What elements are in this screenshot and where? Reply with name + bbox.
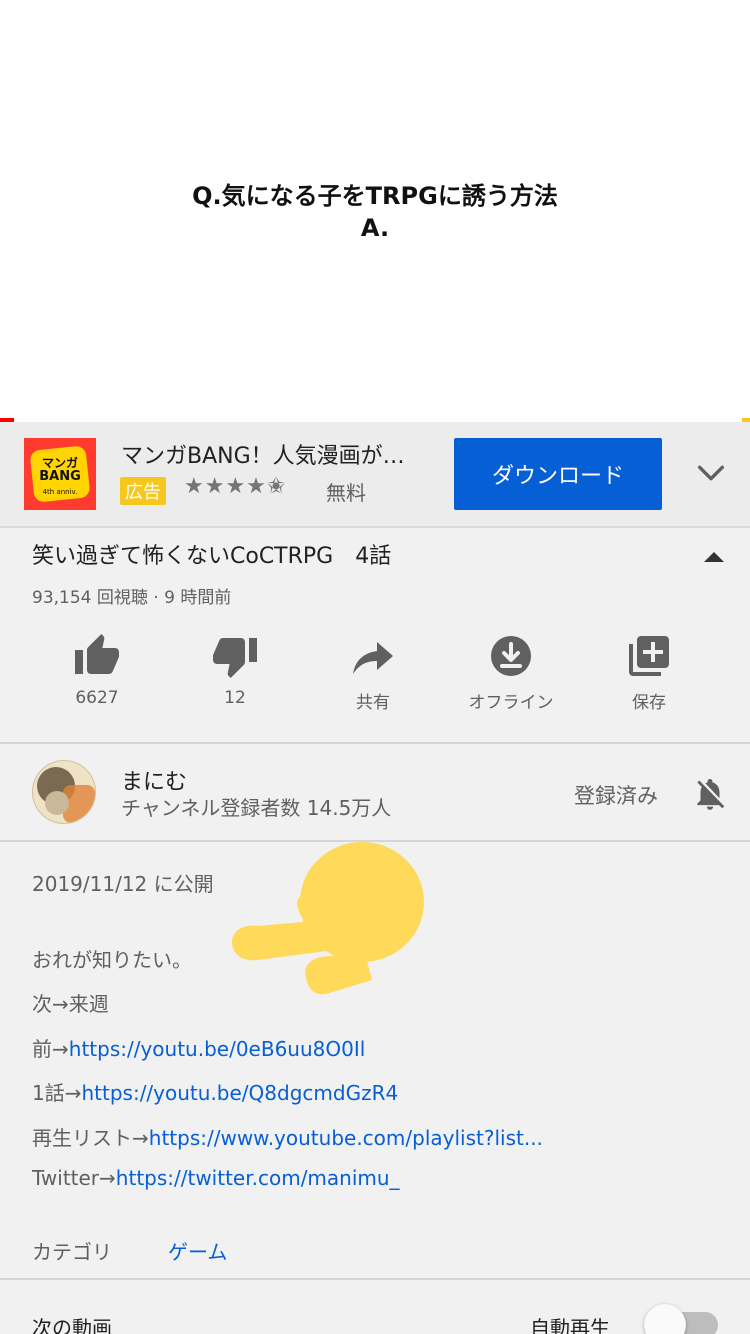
channel-subscriber-count: チャンネル登録者数 14.5万人 [121, 796, 392, 820]
line-prefix: 前→ [32, 1037, 69, 1061]
line-prefix: 1話→ [32, 1081, 82, 1105]
up-next-label: 次の動画 [32, 1316, 112, 1334]
description-line: 再生リスト→https://www.youtube.com/playlist?l… [32, 1122, 543, 1151]
pointing-hand-icon [232, 842, 424, 995]
autoplay-toggle-knob[interactable] [644, 1304, 686, 1334]
share-button[interactable]: 共有 [304, 632, 442, 713]
share-icon [353, 642, 393, 674]
line-prefix: 再生リスト→ [32, 1126, 149, 1150]
video-info: 笑い過ぎて怖くないCoCTRPG 4話 93,154 回視聴 · 9 時間前 6… [0, 528, 750, 744]
video-title[interactable]: 笑い過ぎて怖くないCoCTRPG 4話 [32, 538, 391, 570]
ad-price: 無料 [326, 481, 366, 505]
video-caption-line1: Q.気になる子をTRPGに誘う方法 [192, 182, 558, 210]
video-caption: Q.気になる子をTRPGに誘う方法 A. [0, 180, 750, 244]
action-bar: 6627 12 共有 オフライン 保存 [28, 632, 718, 722]
like-count: 6627 [75, 688, 119, 708]
download-icon [491, 636, 531, 676]
ad-download-button[interactable]: ダウンロード [454, 438, 662, 510]
avatar[interactable] [32, 760, 96, 824]
video-caption-line2: A. [360, 214, 390, 242]
offline-label: オフライン [468, 693, 554, 713]
subscribed-button[interactable]: 登録済み [574, 780, 658, 810]
channel-row[interactable]: まにむ チャンネル登録者数 14.5万人 登録済み [0, 744, 750, 842]
publish-date: 2019/11/12 に公開 [32, 872, 214, 896]
ad-banner[interactable]: マンガ BANG 4th anniv. マンガBANG！人気漫画が… 広告 ★★… [0, 422, 750, 528]
up-next-row: 次の動画 自動再生 [0, 1282, 750, 1334]
description-line: 前→https://youtu.be/0eB6uu8O0Il [32, 1033, 365, 1062]
dislike-count: 12 [224, 688, 246, 708]
logo-text-sub: 4th anniv. [42, 488, 78, 496]
category-label: カテゴリ [32, 1240, 112, 1264]
thumbs-up-icon [75, 634, 119, 674]
episode-1-link[interactable]: https://youtu.be/Q8dgcmdGzR4 [81, 1081, 398, 1105]
autoplay-label: 自動再生 [530, 1316, 610, 1334]
category-link[interactable]: ゲーム [168, 1236, 227, 1265]
ad-rating-stars: ★★★★✬ [184, 474, 287, 499]
line-prefix: Twitter→ [32, 1166, 116, 1190]
playlist-link[interactable]: https://www.youtube.com/playlist?list... [149, 1126, 543, 1150]
share-label: 共有 [356, 693, 390, 713]
collapse-arrow-icon[interactable] [704, 552, 724, 562]
notifications-off-icon[interactable] [691, 774, 729, 814]
description-line: 次→来週 [32, 992, 109, 1016]
offline-button[interactable]: オフライン [442, 632, 580, 713]
thumbs-down-icon [213, 638, 257, 678]
playlist-add-icon [629, 636, 669, 676]
chevron-down-icon[interactable] [694, 456, 728, 490]
ad-title[interactable]: マンガBANG！人気漫画が… [121, 438, 431, 470]
previous-episode-link[interactable]: https://youtu.be/0eB6uu8O0Il [69, 1037, 366, 1061]
description-line: 1話→https://youtu.be/Q8dgcmdGzR4 [32, 1077, 398, 1106]
save-label: 保存 [632, 693, 666, 713]
description-line: おれが知りたい。 [32, 948, 192, 972]
ad-badge: 広告 [120, 477, 166, 505]
dislike-button[interactable]: 12 [166, 632, 304, 708]
description-line: Twitter→https://twitter.com/manimu_ [32, 1166, 400, 1190]
avatar-shape-3 [45, 791, 69, 815]
like-button[interactable]: 6627 [28, 632, 166, 708]
logo-text-main: BANG [39, 469, 81, 484]
video-meta: 93,154 回視聴 · 9 時間前 [32, 588, 232, 608]
video-player[interactable]: Q.気になる子をTRPGに誘う方法 A. [0, 0, 750, 422]
save-button[interactable]: 保存 [580, 632, 718, 713]
ad-app-logo[interactable]: マンガ BANG 4th anniv. [24, 438, 96, 510]
twitter-link[interactable]: https://twitter.com/manimu_ [116, 1166, 400, 1190]
